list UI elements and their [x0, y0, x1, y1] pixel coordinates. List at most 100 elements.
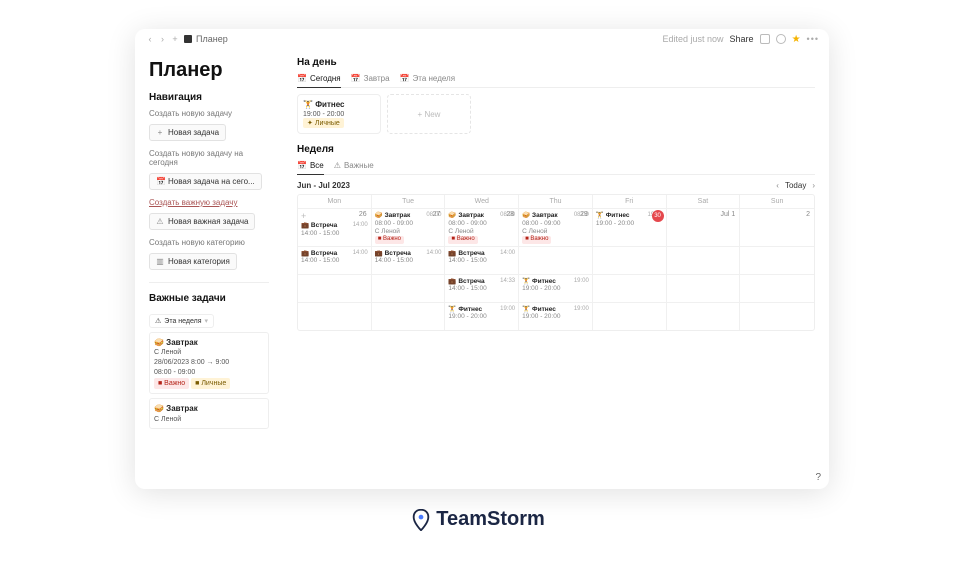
- sidebar-button-1[interactable]: 📅Новая задача на сего...: [149, 173, 262, 190]
- sidebar-group-label: Создать новую задачу: [149, 109, 269, 118]
- share-button[interactable]: Share: [730, 34, 754, 44]
- calendar-event[interactable]: 14:33💼 Встреча14:00 - 15:00: [448, 278, 515, 294]
- day-event-card[interactable]: 🏋️ Фитнес 19:00 - 20:00 ✦Личные: [297, 94, 381, 134]
- day-number: 28: [506, 211, 514, 218]
- tab-Все[interactable]: 📅Все: [297, 161, 324, 175]
- calendar-event[interactable]: 19:00🏋️ Фитнес19:00 - 20:00: [522, 306, 589, 322]
- button-icon: 📅: [156, 177, 164, 186]
- calendar-cell[interactable]: [593, 246, 667, 274]
- sidebar-button-0[interactable]: +Новая задача: [149, 124, 226, 141]
- calendar-cell[interactable]: 2808:00🥪 Завтрак08:00 - 09:00С Леной■ Ва…: [445, 208, 519, 246]
- day-number: 29: [580, 211, 588, 218]
- calendar-cell[interactable]: [667, 246, 741, 274]
- add-page-button[interactable]: +: [170, 34, 180, 44]
- sidebar-button-2[interactable]: ⚠Новая важная задача: [149, 213, 255, 230]
- nav-heading: Навигация: [149, 92, 269, 103]
- prev-week-button[interactable]: ‹: [776, 181, 779, 190]
- tab-icon: 📅: [400, 74, 410, 83]
- day-number: 26: [359, 211, 367, 218]
- calendar-event[interactable]: 08:00🥪 Завтрак08:00 - 09:00С Леной■ Важн…: [448, 212, 515, 244]
- edited-label: Edited just now: [663, 34, 724, 44]
- calendar-event[interactable]: 14:00💼 Встреча14:00 - 15:00: [448, 250, 515, 266]
- page-title: Планер: [149, 59, 269, 82]
- day-number: 30: [652, 210, 664, 222]
- page-icon: [184, 35, 192, 43]
- tab-Важные[interactable]: ⚠Важные: [334, 161, 374, 174]
- calendar-cell[interactable]: [372, 274, 446, 302]
- sidebar-button-3[interactable]: ▥Новая категория: [149, 253, 237, 270]
- help-button[interactable]: ?: [815, 472, 821, 483]
- calendar-cell[interactable]: +26 14:00💼 Встреча14:00 - 15:00: [298, 208, 372, 246]
- new-card-button[interactable]: + New: [387, 94, 471, 134]
- day-number: 27: [433, 211, 441, 218]
- calendar-event[interactable]: 14:00💼 Встреча14:00 - 15:00: [375, 250, 442, 266]
- day-number: 2: [806, 211, 810, 218]
- calendar-event[interactable]: 19:00🏋️ Фитнес19:00 - 20:00: [522, 278, 589, 294]
- warning-icon: ⚠: [155, 317, 161, 325]
- add-event-icon[interactable]: +: [301, 211, 306, 221]
- clock-icon[interactable]: [776, 34, 786, 44]
- day-tabs: 📅Сегодня 📅Завтра 📅Эта неделя: [297, 74, 815, 88]
- sidebar: Планер Навигация Создать новую задачу +Но…: [135, 49, 283, 489]
- topbar: ‹ › + Планер Edited just now Share ★ •••: [135, 29, 829, 49]
- sidebar-group-label: Создать новую задачу на сегодня: [149, 149, 269, 167]
- calendar-cell[interactable]: [740, 274, 814, 302]
- calendar-event[interactable]: 08:00🥪 Завтрак08:00 - 09:00С Леной■ Важн…: [375, 212, 442, 244]
- tab-icon: 📅: [297, 161, 307, 170]
- calendar-cell[interactable]: [298, 302, 372, 330]
- important-card[interactable]: 🥪 ЗавтракС Леной28/06/2023 8:00 → 9:0008…: [149, 332, 269, 394]
- tab-Сегодня[interactable]: 📅Сегодня: [297, 74, 341, 88]
- calendar-cell[interactable]: [298, 274, 372, 302]
- app-window: ‹ › + Планер Edited just now Share ★ •••…: [135, 29, 829, 489]
- calendar-cell[interactable]: 19:00🏋️ Фитнес19:00 - 20:00: [519, 274, 593, 302]
- tab-Эта неделя[interactable]: 📅Эта неделя: [400, 74, 456, 87]
- calendar-cell[interactable]: 2908:00🥪 Завтрак08:00 - 09:00С Леной■ Ва…: [519, 208, 593, 246]
- button-icon: ⚠: [156, 217, 164, 226]
- calendar-cell[interactable]: 14:33💼 Встреча14:00 - 15:00: [445, 274, 519, 302]
- calendar-cell[interactable]: [519, 246, 593, 274]
- today-button[interactable]: Today: [785, 181, 806, 190]
- breadcrumb-label: Планер: [196, 34, 228, 44]
- calendar-cell[interactable]: 2708:00🥪 Завтрак08:00 - 09:00С Леной■ Ва…: [372, 208, 446, 246]
- calendar-cell[interactable]: [740, 302, 814, 330]
- calendar-cell[interactable]: [667, 302, 741, 330]
- calendar-cell[interactable]: 14:00💼 Встреча14:00 - 15:00: [372, 246, 446, 274]
- day-header: Wed: [445, 195, 519, 208]
- calendar-cell[interactable]: 2: [740, 208, 814, 246]
- week-heading: Неделя: [297, 144, 815, 155]
- breadcrumb[interactable]: Планер: [184, 34, 228, 44]
- calendar-cell[interactable]: 19:00🏋️ Фитнес19:00 - 20:00: [519, 302, 593, 330]
- calendar-event[interactable]: 19:00🏋️ Фитнес19:00 - 20:00: [448, 306, 515, 322]
- calendar-cell[interactable]: [372, 302, 446, 330]
- back-button[interactable]: ‹: [145, 34, 155, 44]
- calendar-cell[interactable]: 3019:00🏋️ Фитнес19:00 - 20:00: [593, 208, 667, 246]
- important-heading: Важные задачи: [149, 293, 269, 304]
- calendar-cell[interactable]: 14:00💼 Встреча14:00 - 15:00: [298, 246, 372, 274]
- week-tabs: 📅Все ⚠Важные: [297, 161, 815, 175]
- important-card[interactable]: 🥪 ЗавтракС Леной: [149, 398, 269, 429]
- important-filter[interactable]: ⚠ Эта неделя ▾: [149, 314, 214, 328]
- forward-button[interactable]: ›: [158, 34, 168, 44]
- next-week-button[interactable]: ›: [812, 181, 815, 190]
- day-header: Tue: [372, 195, 446, 208]
- calendar-cell[interactable]: [593, 274, 667, 302]
- brand-text: TeamStorm: [436, 508, 545, 531]
- comments-icon[interactable]: [760, 34, 770, 44]
- tab-icon: ⚠: [334, 161, 341, 170]
- calendar-cell[interactable]: 14:00💼 Встреча14:00 - 15:00: [445, 246, 519, 274]
- calendar-cell[interactable]: 19:00🏋️ Фитнес19:00 - 20:00: [445, 302, 519, 330]
- tab-Завтра[interactable]: 📅Завтра: [351, 74, 390, 87]
- brand-footer: TeamStorm: [0, 508, 957, 531]
- calendar-event[interactable]: 08:00🥪 Завтрак08:00 - 09:00С Леной■ Важн…: [522, 212, 589, 244]
- star-icon[interactable]: ★: [792, 34, 801, 45]
- more-icon[interactable]: •••: [807, 34, 819, 44]
- button-icon: +: [156, 128, 164, 137]
- calendar-cell[interactable]: [593, 302, 667, 330]
- day-header: Fri: [593, 195, 667, 208]
- calendar-event[interactable]: 14:00💼 Встреча14:00 - 15:00: [301, 250, 368, 266]
- calendar-cell[interactable]: Jul 1: [667, 208, 741, 246]
- calendar-cell[interactable]: [740, 246, 814, 274]
- calendar-cell[interactable]: [667, 274, 741, 302]
- tag-personal: ✦Личные: [303, 118, 344, 128]
- calendar-event[interactable]: 14:00💼 Встреча14:00 - 15:00: [301, 222, 368, 238]
